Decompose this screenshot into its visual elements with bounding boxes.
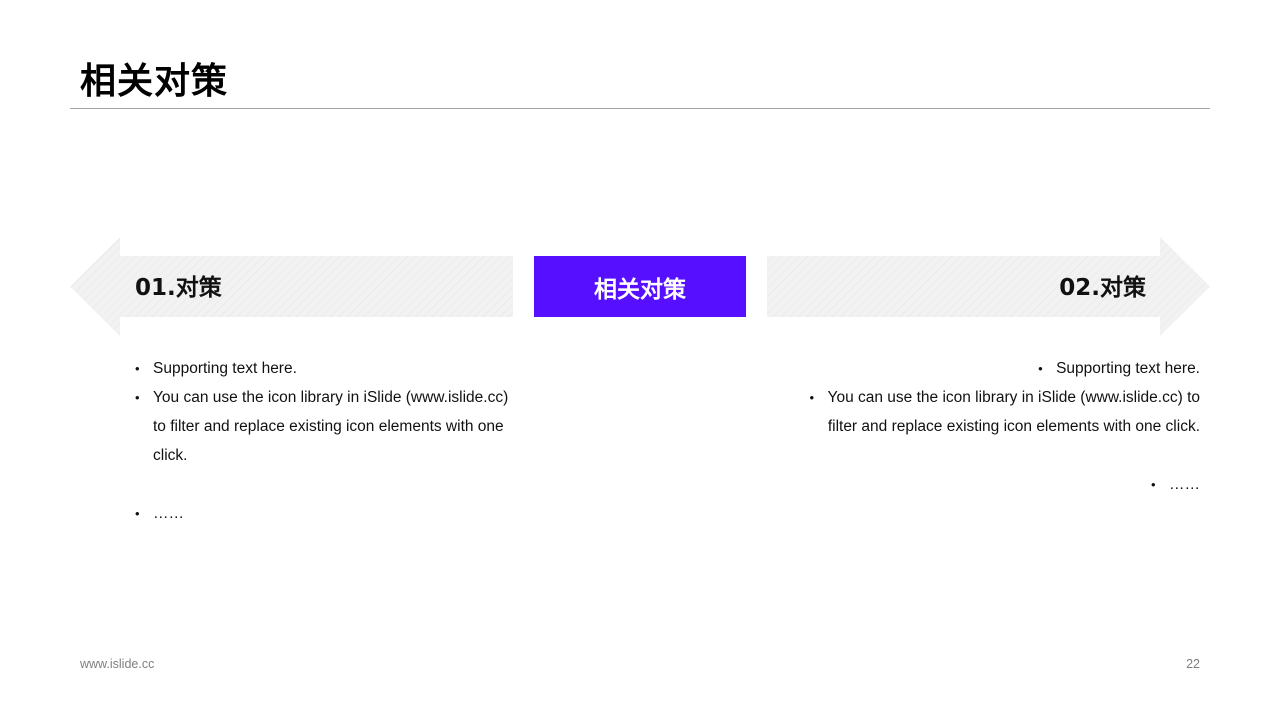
title-divider	[70, 108, 1210, 109]
list-item: • Supporting text here.	[780, 354, 1200, 383]
list-item-text: ……	[1169, 476, 1200, 493]
footer-url: www.islide.cc	[80, 657, 155, 671]
bullet-dot-icon: •	[1151, 477, 1156, 492]
list-item: • You can use the icon library in iSlide …	[780, 383, 1200, 441]
center-topic-label: 相关对策	[594, 276, 686, 303]
bullet-dot-icon: •	[809, 390, 815, 405]
list-item: You can use the icon library in iSlide (…	[135, 383, 515, 470]
page-number: 22	[1186, 657, 1200, 671]
left-bullet-list: Supporting text here. You can use the ic…	[135, 354, 515, 528]
list-item-text: You can use the icon library in iSlide (…	[827, 389, 1200, 435]
left-arrow-label: 01.对策	[135, 275, 222, 301]
list-item: Supporting text here.	[135, 354, 515, 383]
right-arrow-label: 02.对策	[1059, 275, 1146, 301]
center-topic-box: 相关对策	[534, 256, 746, 317]
list-item: ……	[135, 499, 515, 528]
list-item-text: Supporting text here.	[1056, 360, 1200, 377]
right-bullet-list: • Supporting text here. • You can use the …	[780, 354, 1200, 499]
list-item: • ……	[780, 470, 1200, 499]
page-title: 相关对策	[80, 61, 229, 102]
bullet-dot-icon: •	[1038, 361, 1043, 376]
